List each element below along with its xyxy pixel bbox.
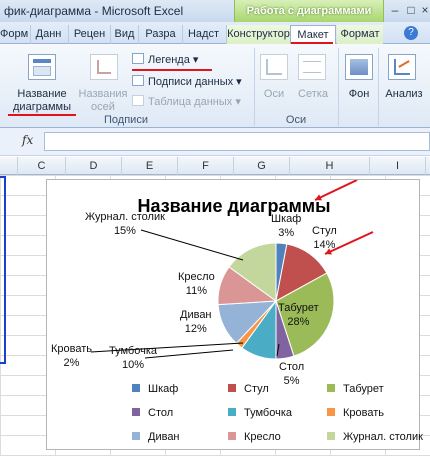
ribbon: Название диаграммы Названия осей Легенда… [0, 44, 430, 128]
grid-icon [298, 54, 326, 80]
tab-review[interactable]: Рецен [68, 25, 110, 44]
win-maximize-icon[interactable]: □ [404, 3, 418, 17]
window-title: фик-диаграмма - Microsoft Excel [4, 4, 184, 18]
legend-item: Диван [132, 430, 180, 444]
tab-developer[interactable]: Разра [138, 25, 182, 44]
formula-input[interactable] [44, 132, 430, 151]
background-icon[interactable] [345, 54, 373, 80]
legend-item: Стул [228, 382, 269, 396]
slice-label: Журнал. столик 15% [85, 211, 165, 237]
chart-tools-context: Работа с диаграммами [234, 0, 384, 22]
selection-range [0, 176, 6, 364]
legend-button[interactable]: Легенда ▾ [132, 52, 198, 68]
annotation-underline-title [8, 114, 76, 116]
column-header[interactable]: G [234, 157, 290, 175]
axes-button: Оси [263, 88, 285, 100]
group-label-labels: Подписи [104, 114, 148, 126]
slice-label: Кровать 2% [51, 343, 93, 369]
pie-chart[interactable]: Название диаграммы Стул 14% Шкаф 3% Табуре… [46, 179, 423, 450]
axes-icon [260, 54, 288, 80]
title-bar: фик-диаграмма - Microsoft Excel Работа с… [0, 0, 430, 22]
legend-icon [132, 53, 144, 64]
legend-item: Журнал. столик [327, 430, 423, 444]
leader-line [144, 349, 234, 359]
chart-title-button[interactable]: Название диаграммы [6, 88, 78, 114]
tab-addins[interactable]: Надст [182, 25, 224, 44]
column-header[interactable]: D [66, 157, 122, 175]
slice-label: Стул 14% [312, 225, 337, 251]
fx-icon[interactable]: fx [22, 133, 33, 147]
column-headers: C D E F G H I [0, 157, 430, 175]
legend-item: Кровать [327, 406, 384, 420]
legend-item: Табурет [327, 382, 384, 396]
help-icon[interactable]: ? [404, 26, 418, 40]
legend-item: Тумбочка [228, 406, 292, 420]
legend-item: Кресло [228, 430, 281, 444]
tab-design[interactable]: Конструктор [226, 25, 290, 44]
axis-title-button: Названия осей [78, 88, 128, 113]
group-separator [254, 48, 255, 126]
red-arrow-icon [314, 180, 358, 201]
data-labels-icon [132, 75, 144, 86]
group-separator [338, 48, 339, 126]
group-label-axes: Оси [285, 114, 307, 126]
data-table-button: Таблица данных ▾ [132, 94, 241, 110]
annotation-underline-legend [132, 69, 212, 71]
tab-format[interactable]: Формат [337, 25, 383, 44]
chart-title-icon[interactable] [28, 54, 56, 80]
legend-item: Стол [132, 406, 173, 420]
formula-bar: fx [0, 128, 430, 156]
column-header[interactable]: C [18, 157, 66, 175]
data-table-icon [132, 95, 144, 106]
tab-view[interactable]: Вид [110, 25, 138, 44]
slice-label: Стол 5% [279, 361, 305, 387]
slice-label: Табурет 28% [278, 302, 319, 328]
column-header[interactable]: H [290, 157, 370, 175]
background-button[interactable]: Фон [346, 88, 372, 101]
analysis-icon[interactable] [388, 54, 416, 80]
legend-item: Шкаф [132, 382, 178, 396]
slice-label: Шкаф 3% [271, 213, 302, 239]
tab-format-partial[interactable]: Форм [0, 25, 28, 44]
win-close-icon[interactable]: × [418, 3, 430, 17]
axis-title-icon [90, 54, 118, 80]
win-minimize-icon[interactable]: – [388, 3, 402, 17]
column-header[interactable]: E [122, 157, 178, 175]
tab-data[interactable]: Данн [30, 25, 66, 44]
grid-button: Сетка [298, 88, 328, 100]
slice-label: Диван 12% [180, 309, 212, 335]
column-header-left [0, 157, 18, 175]
slice-label: Тумбочка 10% [109, 345, 157, 371]
column-header[interactable]: I [370, 157, 426, 175]
column-header[interactable]: F [178, 157, 234, 175]
analysis-button[interactable]: Анализ [382, 88, 426, 101]
data-labels-button[interactable]: Подписи данных ▾ [132, 74, 242, 90]
slice-label: Кресло 11% [178, 271, 215, 297]
group-separator [378, 48, 379, 126]
ribbon-tabs: Форм Данн Рецен Вид Разра Надст Конструк… [0, 22, 430, 44]
